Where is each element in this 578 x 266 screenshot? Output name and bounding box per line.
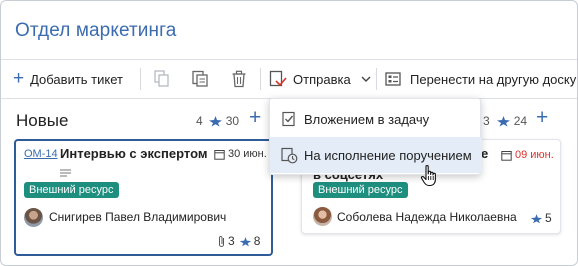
menu-item-execute-by-order[interactable]: На исполнение поручением (270, 137, 482, 173)
description-icon (60, 165, 72, 183)
send-label: Отправка (293, 71, 351, 87)
plus-icon: + (13, 68, 25, 89)
column-points: 24 (513, 114, 528, 128)
send-icon (269, 70, 287, 88)
column-count: 3 (483, 114, 490, 128)
trash-icon[interactable] (230, 69, 248, 89)
column-title: Новые (16, 111, 69, 130)
calendar-icon (501, 150, 512, 161)
ticket-due-date: 09 июн. (501, 149, 554, 161)
add-to-column-button[interactable]: + (536, 107, 548, 128)
story-points-icon (239, 236, 252, 247)
ticket-card[interactable]: ОМ-14 Интервью с экспертом 30 июн. Внешн… (14, 139, 273, 256)
assignee-name: Снигирев Павел Владимирович (49, 210, 227, 224)
attachments-count: 3 (228, 234, 235, 248)
add-to-column-button[interactable]: + (249, 107, 261, 128)
ticket-due-date: 30 июн. (214, 148, 267, 160)
toolbar-separator (376, 68, 377, 90)
column-stats: 4 30 (196, 114, 239, 128)
add-ticket-label: Добавить тикет (30, 71, 123, 87)
board-window: Отдел маркетинга + Добавить тикет Отправ… (0, 0, 578, 266)
column-points: 30 (225, 114, 240, 128)
toolbar-separator (140, 68, 141, 90)
menu-item-label: Вложением в задачу (304, 111, 430, 127)
toolbar: + Добавить тикет Отправка Перенести на д… (1, 60, 577, 98)
ticket-meta: 5 (530, 211, 552, 225)
move-to-board-button[interactable]: Перенести на другую доску (385, 69, 576, 89)
due-date-text: 09 июн. (515, 149, 554, 161)
due-date-text: 30 июн. (228, 148, 267, 160)
pointer-hand-icon (420, 164, 440, 193)
ticket-title: Интервью с экспертом (60, 146, 208, 161)
column-stats: 3 24 (483, 114, 527, 128)
tag-badge: Внешний ресурс (24, 182, 119, 198)
checkbox-icon (274, 111, 304, 127)
ticket-meta: 3 8 (217, 234, 260, 248)
ticket-points: 5 (545, 211, 552, 225)
ticket-points: 8 (253, 234, 261, 248)
page-title: Отдел маркетинга (15, 20, 177, 41)
send-dropdown-menu: Вложением в задачу На исполнение поручен… (269, 98, 482, 175)
story-points-icon (530, 213, 543, 224)
menu-item-attach-to-task[interactable]: Вложением в задачу (270, 101, 482, 137)
send-button[interactable]: Отправка (269, 69, 371, 89)
paperclip-icon (217, 235, 226, 248)
tag-badge: Внешний ресурс (313, 182, 408, 198)
calendar-icon (214, 149, 225, 160)
column-count: 4 (196, 114, 203, 128)
move-label: Перенести на другую доску (410, 71, 577, 87)
task-clock-icon (274, 147, 304, 164)
duplicate-icon[interactable] (191, 69, 209, 89)
menu-item-label: На исполнение поручением (304, 147, 472, 163)
story-points-icon (208, 115, 223, 127)
move-board-icon (385, 72, 401, 86)
avatar (24, 208, 43, 227)
toolbar-separator (260, 68, 261, 90)
add-ticket-button[interactable]: + Добавить тикет (13, 69, 123, 89)
chevron-down-icon (361, 76, 371, 83)
avatar (313, 207, 332, 226)
ticket-title-tail: е (481, 146, 489, 161)
story-points-icon (496, 115, 511, 127)
assignee-name: Соболева Надежда Николаевна (337, 210, 517, 224)
copy-icon[interactable] (153, 69, 171, 89)
ticket-id-link[interactable]: ОМ-14 (24, 148, 58, 160)
